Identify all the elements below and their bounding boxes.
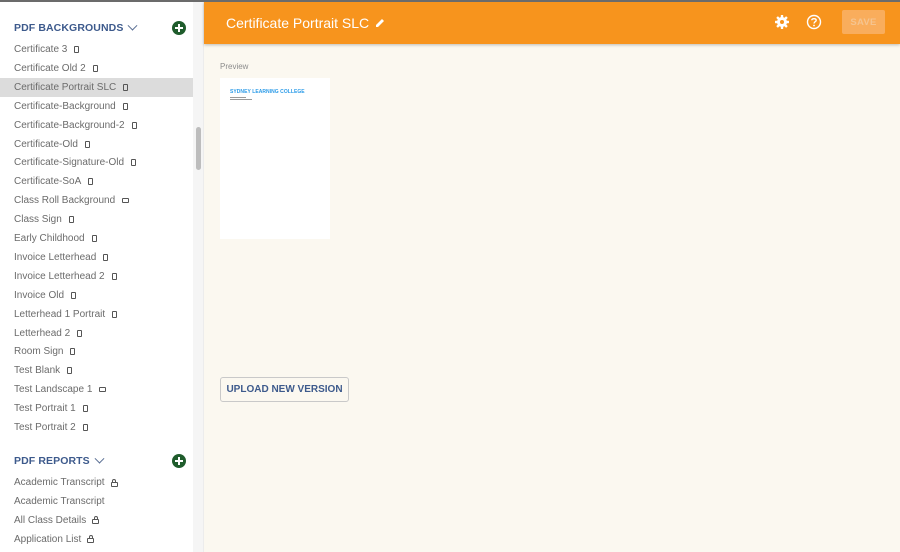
sidebar-item[interactable]: Certificate-Background-2: [0, 116, 193, 135]
landscape-page-icon: [99, 387, 107, 393]
portrait-page-icon: [84, 140, 90, 148]
sidebar-item-label: Invoice Letterhead: [14, 251, 97, 263]
sidebar-item[interactable]: Certificate-Old: [0, 135, 193, 154]
portrait-page-icon: [123, 83, 129, 91]
page-title: Certificate Portrait SLC: [226, 15, 370, 31]
sidebar-item-label: Early Childhood: [14, 233, 85, 244]
add-icon[interactable]: [172, 21, 186, 35]
add-icon[interactable]: [172, 454, 186, 468]
sidebar-item-label: Certificate-Signature-Old: [14, 157, 125, 169]
portrait-page-icon: [82, 424, 88, 431]
sidebar-scroll-track[interactable]: [193, 2, 204, 552]
sidebar-item-label: Test Portrait 1: [14, 403, 76, 415]
preview-text-line: [230, 97, 246, 98]
portrait-page-icon: [67, 367, 73, 375]
sidebar-item-label: All Class Details: [14, 514, 87, 526]
sidebar-item[interactable]: Test Portrait 2: [0, 418, 193, 437]
sidebar-item-label: Test Blank: [14, 365, 61, 377]
portrait-page-icon: [82, 405, 88, 413]
portrait-page-icon: [111, 272, 117, 280]
sidebar-scrollbar-thumb[interactable]: [196, 127, 201, 170]
portrait-page-icon: [103, 253, 109, 261]
portrait-page-icon: [131, 159, 137, 167]
section-header-pdf-backgrounds[interactable]: PDF BACKGROUNDS: [14, 18, 190, 38]
sidebar-item[interactable]: Room Sign: [0, 342, 193, 361]
section-title: PDF BACKGROUNDS: [14, 22, 124, 34]
portrait-page-icon: [122, 102, 128, 110]
preview-document-title: SYDNEY LEARNING COLLEGE: [230, 89, 305, 95]
portrait-page-icon: [131, 121, 137, 129]
sidebar-item[interactable]: Application List: [0, 530, 193, 549]
sidebar-item-label: Letterhead 1 Portrait: [14, 308, 106, 320]
sidebar-item[interactable]: Class Sign: [0, 210, 193, 229]
sidebar-item-label: Invoice Letterhead 2: [14, 270, 105, 282]
sidebar-item[interactable]: Invoice Letterhead 2: [0, 267, 193, 286]
sidebar: PDF BACKGROUNDS Certificate 3 Certificate …: [0, 2, 193, 552]
section-title: PDF REPORTS: [14, 455, 90, 467]
sidebar-item[interactable]: Certificate-Signature-Old: [0, 153, 193, 172]
landscape-page-icon: [122, 198, 130, 204]
lock-icon: [110, 478, 118, 487]
upload-new-version-button[interactable]: UPLOAD NEW VERSION: [220, 377, 349, 402]
sidebar-item-label: Certificate-Old: [14, 138, 78, 150]
sidebar-item[interactable]: Certificate-SoA: [0, 172, 193, 191]
sidebar-item[interactable]: Test Landscape 1: [0, 380, 193, 399]
pencil-icon[interactable]: [375, 18, 385, 28]
portrait-page-icon: [112, 310, 118, 318]
help-icon[interactable]: [806, 14, 822, 30]
lock-icon: [87, 535, 95, 544]
top-bar: Certificate Portrait SLC SAVE: [204, 2, 900, 44]
portrait-page-icon: [68, 216, 74, 224]
sidebar-item[interactable]: Class Roll Background: [0, 191, 193, 210]
chevron-down-icon[interactable]: [127, 20, 138, 31]
sidebar-item-label: Invoice Old: [14, 289, 65, 301]
sidebar-item-label: Class Sign: [14, 214, 62, 226]
sidebar-item-label: Certificate-SoA: [14, 176, 82, 188]
sidebar-item[interactable]: Certificate-Background: [0, 97, 193, 116]
sidebar-item[interactable]: Letterhead 1 Portrait: [0, 305, 193, 324]
sidebar-item[interactable]: Test Blank: [0, 361, 193, 380]
save-button[interactable]: SAVE: [842, 10, 885, 34]
section-header-pdf-reports[interactable]: PDF REPORTS: [14, 451, 190, 471]
sidebar-item-label: Academic Transcript: [14, 477, 105, 488]
sidebar-item-label: Certificate-Background-2: [14, 119, 125, 131]
sidebar-item-label: Application List: [14, 533, 82, 545]
sidebar-item[interactable]: Letterhead 2: [0, 324, 193, 343]
sidebar-item-label: Letterhead 2: [14, 327, 71, 339]
portrait-page-icon: [71, 291, 77, 299]
gear-icon[interactable]: [774, 14, 790, 30]
title-area[interactable]: Certificate Portrait SLC: [226, 15, 385, 31]
sidebar-item-label: Test Portrait 2: [14, 422, 76, 433]
sidebar-item-label: Certificate Portrait SLC: [14, 81, 117, 93]
sidebar-item[interactable]: Test Portrait 1: [0, 399, 193, 418]
sidebar-item[interactable]: Certificate Portrait SLC: [0, 77, 193, 97]
sidebar-item[interactable]: All Class Details: [0, 511, 193, 530]
portrait-page-icon: [91, 235, 97, 242]
sidebar-item-label: Class Roll Background: [14, 195, 116, 207]
sidebar-item[interactable]: Academic Transcript: [0, 492, 193, 511]
portrait-page-icon: [70, 348, 76, 356]
sidebar-item[interactable]: Certificate 3: [0, 40, 193, 59]
sidebar-item-label: Test Landscape 1: [14, 384, 93, 396]
sidebar-item[interactable]: Academic Transcript: [0, 473, 193, 492]
preview-text-line: [230, 99, 252, 100]
sidebar-item[interactable]: Early Childhood: [0, 229, 193, 248]
portrait-page-icon: [77, 329, 83, 337]
preview-label: Preview: [220, 62, 249, 71]
sidebar-item[interactable]: Invoice Old: [0, 286, 193, 305]
portrait-page-icon: [92, 64, 98, 72]
sidebar-item-label: Certificate 3: [14, 44, 68, 55]
sidebar-item[interactable]: Invoice Letterhead: [0, 248, 193, 267]
sidebar-item-label: Room Sign: [14, 346, 64, 358]
chevron-down-icon[interactable]: [94, 453, 105, 464]
sidebar-item-label: Certificate-Background: [14, 100, 116, 112]
portrait-page-icon: [74, 46, 80, 53]
window-top-border: [0, 0, 900, 2]
sidebar-item-label: Academic Transcript: [14, 495, 105, 507]
lock-icon: [92, 516, 100, 525]
portrait-page-icon: [88, 178, 94, 186]
sidebar-item-label: Certificate Old 2: [14, 62, 86, 74]
preview-thumbnail[interactable]: SYDNEY LEARNING COLLEGE: [220, 78, 330, 239]
sidebar-item[interactable]: Certificate Old 2: [0, 59, 193, 78]
